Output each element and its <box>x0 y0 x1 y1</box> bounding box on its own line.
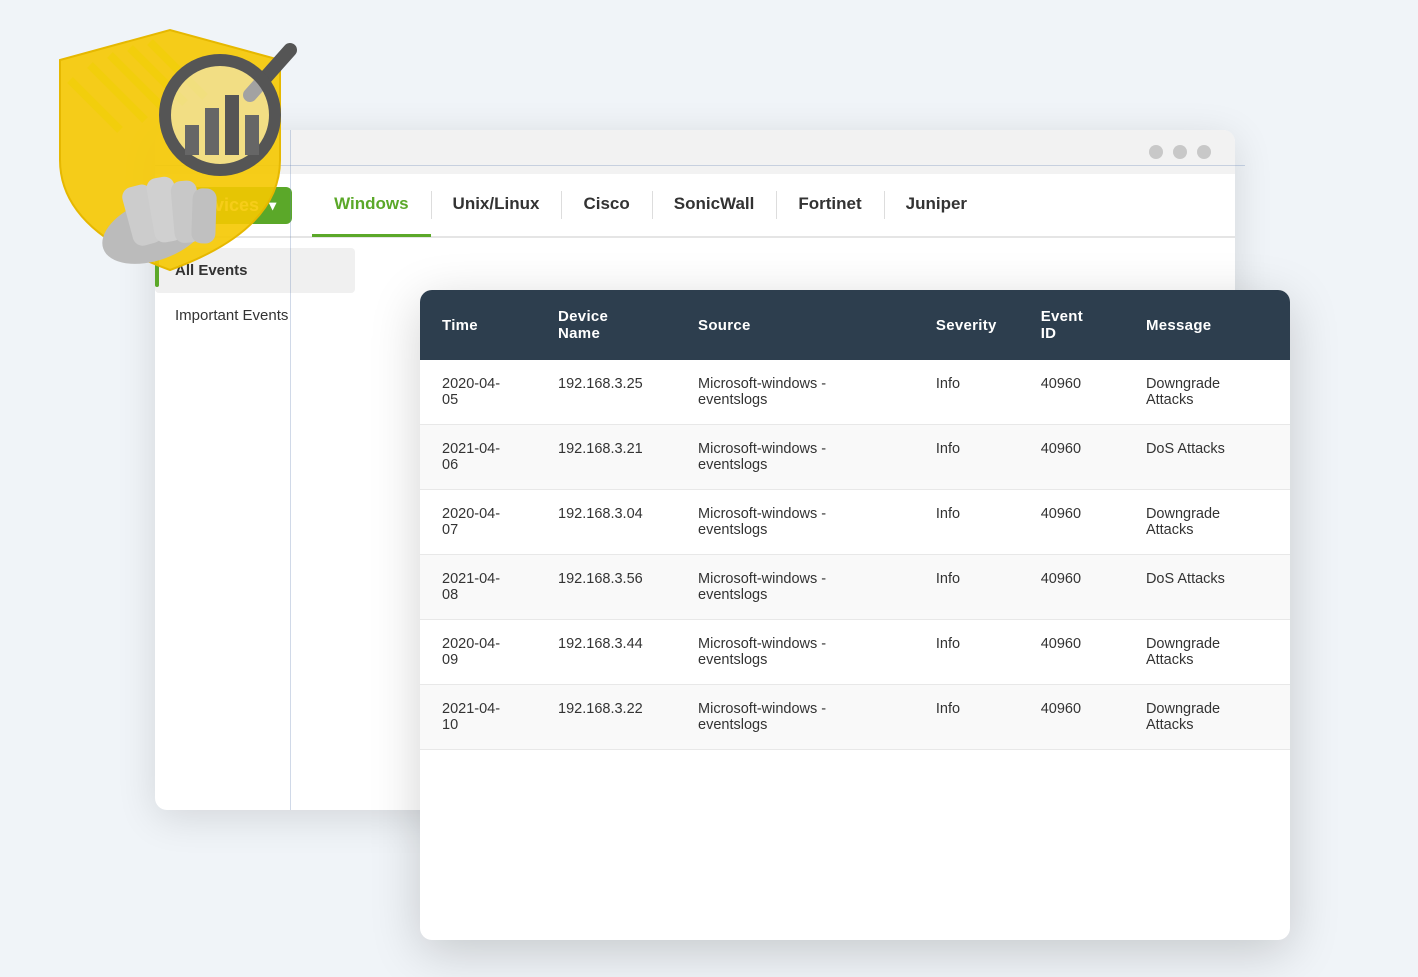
tab-cisco[interactable]: Cisco <box>561 173 651 237</box>
cell-source: Microsoft-windows - eventslogs <box>676 555 914 620</box>
tab-unix-linux[interactable]: Unix/Linux <box>431 173 562 237</box>
cell-event-id: 40960 <box>1019 490 1124 555</box>
cell-message: Downgrade Attacks <box>1124 620 1290 685</box>
cell-device-name: 192.168.3.25 <box>536 360 676 425</box>
cell-source: Microsoft-windows - eventslogs <box>676 360 914 425</box>
cell-source: Microsoft-windows - eventslogs <box>676 620 914 685</box>
table-row: 2021-04-06192.168.3.21Microsoft-windows … <box>420 425 1290 490</box>
cell-device-name: 192.168.3.04 <box>536 490 676 555</box>
window-dot-1 <box>1149 145 1163 159</box>
table-row: 2020-04-07192.168.3.04Microsoft-windows … <box>420 490 1290 555</box>
cell-source: Microsoft-windows - eventslogs <box>676 685 914 750</box>
table-header-row: Time Device Name Source Severity Event I… <box>420 290 1290 360</box>
col-message: Message <box>1124 290 1290 360</box>
table-row: 2020-04-05192.168.3.25Microsoft-windows … <box>420 360 1290 425</box>
cell-device-name: 192.168.3.22 <box>536 685 676 750</box>
table-row: 2021-04-08192.168.3.56Microsoft-windows … <box>420 555 1290 620</box>
col-severity: Severity <box>914 290 1019 360</box>
cell-time: 2020-04-07 <box>420 490 536 555</box>
cell-event-id: 40960 <box>1019 620 1124 685</box>
events-table: Time Device Name Source Severity Event I… <box>420 290 1290 750</box>
cell-severity: Info <box>914 360 1019 425</box>
cell-time: 2020-04-05 <box>420 360 536 425</box>
col-time: Time <box>420 290 536 360</box>
table-wrapper: Time Device Name Source Severity Event I… <box>420 290 1290 750</box>
cell-severity: Info <box>914 555 1019 620</box>
tab-fortinet[interactable]: Fortinet <box>776 173 883 237</box>
cell-time: 2020-04-09 <box>420 620 536 685</box>
col-event-id: Event ID <box>1019 290 1124 360</box>
cell-message: Downgrade Attacks <box>1124 685 1290 750</box>
cell-severity: Info <box>914 490 1019 555</box>
col-device-name: Device Name <box>536 290 676 360</box>
cell-severity: Info <box>914 425 1019 490</box>
cell-event-id: 40960 <box>1019 425 1124 490</box>
cell-source: Microsoft-windows - eventslogs <box>676 425 914 490</box>
cell-message: DoS Attacks <box>1124 425 1290 490</box>
cell-severity: Info <box>914 620 1019 685</box>
cell-time: 2021-04-08 <box>420 555 536 620</box>
data-table-window: Time Device Name Source Severity Event I… <box>420 290 1290 940</box>
cell-event-id: 40960 <box>1019 555 1124 620</box>
table-row: 2021-04-10192.168.3.22Microsoft-windows … <box>420 685 1290 750</box>
cell-severity: Info <box>914 685 1019 750</box>
cell-source: Microsoft-windows - eventslogs <box>676 490 914 555</box>
window-dot-2 <box>1173 145 1187 159</box>
tab-sonicwall[interactable]: SonicWall <box>652 173 777 237</box>
tab-juniper[interactable]: Juniper <box>884 173 989 237</box>
cell-message: DoS Attacks <box>1124 555 1290 620</box>
cell-time: 2021-04-06 <box>420 425 536 490</box>
table-row: 2020-04-09192.168.3.44Microsoft-windows … <box>420 620 1290 685</box>
cell-device-name: 192.168.3.44 <box>536 620 676 685</box>
cell-message: Downgrade Attacks <box>1124 360 1290 425</box>
cell-event-id: 40960 <box>1019 685 1124 750</box>
cell-event-id: 40960 <box>1019 360 1124 425</box>
window-dot-3 <box>1197 145 1211 159</box>
cell-device-name: 192.168.3.56 <box>536 555 676 620</box>
hero-illustration <box>0 0 360 320</box>
cell-device-name: 192.168.3.21 <box>536 425 676 490</box>
cell-message: Downgrade Attacks <box>1124 490 1290 555</box>
col-source: Source <box>676 290 914 360</box>
cell-time: 2021-04-10 <box>420 685 536 750</box>
